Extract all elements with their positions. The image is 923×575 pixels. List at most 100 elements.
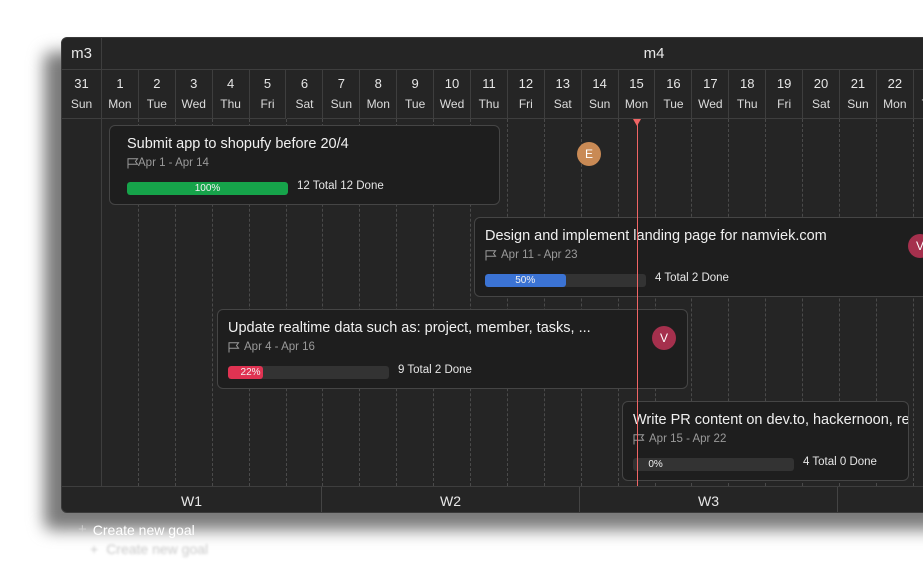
progress-bar: 0% <box>633 458 794 471</box>
progress-bar: 100% <box>127 182 288 195</box>
goal-stats: 9 Total 2 Done <box>398 364 472 376</box>
day-number: 19 <box>776 76 792 91</box>
goal-card[interactable]: Write PR content on dev.to, hackernoon, … <box>622 401 909 481</box>
goal-card[interactable]: Update realtime data such as: project, m… <box>217 309 688 389</box>
day-header-cell: 2 Tue <box>138 69 176 119</box>
day-header-cell: 19 Fri <box>766 69 804 119</box>
day-number: 1 <box>116 76 124 91</box>
day-number: 23 <box>914 76 923 91</box>
day-header-cell: 3 Wed <box>175 69 213 119</box>
date-range-text: Apr 4 - Apr 16 <box>244 341 315 353</box>
date-range-text: Apr 11 - Apr 23 <box>501 249 578 261</box>
avatar[interactable]: E <box>577 142 601 166</box>
day-name: Sun <box>330 97 353 111</box>
date-range-text: Apr 15 - Apr 22 <box>649 433 727 445</box>
goal-title: Design and implement landing page for na… <box>485 228 827 244</box>
goal-date-range: Apr 4 - Apr 16 <box>228 341 315 353</box>
day-number: 20 <box>813 76 829 91</box>
day-name: Mon <box>883 97 907 111</box>
goal-date-range: Apr 15 - Apr 22 <box>633 433 726 445</box>
grid-line <box>580 119 582 486</box>
week-row: W1 W2 W3 <box>62 486 923 512</box>
month-m4: m4 <box>643 45 665 62</box>
day-name: Tue <box>914 97 923 111</box>
day-number: 15 <box>629 76 644 91</box>
day-number: 2 <box>153 76 161 91</box>
day-header-cell: 4 Thu <box>212 69 250 119</box>
day-name: Tue <box>663 97 684 111</box>
goal-date-range: Apr 1 - Apr 14 <box>127 157 209 169</box>
day-header-cell: 16 Tue <box>655 69 693 119</box>
progress-label: 0% <box>648 459 663 470</box>
progress-label: 22% <box>240 367 261 378</box>
day-header-cell: 18 Thu <box>729 69 767 119</box>
day-number: 3 <box>190 76 198 91</box>
day-name: Wed <box>181 97 206 111</box>
avatar[interactable]: V <box>908 234 923 258</box>
create-goal-ghost-label: Create new goal <box>106 541 209 557</box>
flag-icon <box>485 249 497 260</box>
grid-line <box>617 119 619 486</box>
day-header-cell: 9 Tue <box>397 69 435 119</box>
progress-bar: 22% <box>228 366 389 379</box>
goal-stats: 4 Total 2 Done <box>655 272 729 284</box>
day-header-cell: 21 Sun <box>840 69 877 119</box>
day-name: Wed <box>698 97 723 111</box>
grid-line <box>506 119 508 486</box>
day-number: 13 <box>555 76 570 91</box>
week-w1: W1 <box>62 487 322 512</box>
day-number: 9 <box>411 76 419 91</box>
day-name: Wed <box>439 97 465 111</box>
day-number: 5 <box>263 76 272 91</box>
week-w2: W2 <box>322 487 580 512</box>
day-header-cell: 6 Sat <box>286 69 324 119</box>
week-w3: W3 <box>580 487 838 512</box>
goal-date-range: Apr 11 - Apr 23 <box>485 249 578 261</box>
create-goal-label: Create new goal <box>92 521 195 538</box>
grid-line <box>101 119 102 486</box>
grid-line <box>543 119 545 486</box>
goal-card[interactable]: Submit app to shopufy before 20/4 Apr 1 … <box>109 125 601 205</box>
progress-label: 100% <box>194 183 221 194</box>
day-number: 16 <box>666 76 681 91</box>
month-row: m3 m4 <box>62 38 923 70</box>
day-header-cell: 23 Tue <box>913 69 923 119</box>
goal-card[interactable]: Design and implement landing page for na… <box>474 217 923 297</box>
day-header-cell: 12 Fri <box>507 69 545 119</box>
day-name: Sun <box>847 97 869 111</box>
flag-icon <box>228 341 240 352</box>
create-goal-button[interactable]: + Create new goal <box>78 521 195 538</box>
flag-icon <box>633 433 645 444</box>
day-number: 17 <box>703 76 718 91</box>
grid-line <box>912 119 914 486</box>
day-name: Sat <box>295 97 314 111</box>
day-number: 7 <box>337 76 345 91</box>
day-header-cell: 1 Mon <box>102 69 139 119</box>
goal-stats: 12 Total 12 Done <box>297 180 384 192</box>
day-name: Thu <box>736 97 758 111</box>
day-number: 10 <box>444 76 460 91</box>
day-name: Thu <box>478 97 500 111</box>
day-number: 12 <box>518 76 534 91</box>
progress-bar: 50% <box>485 274 646 287</box>
day-header-cell: 13 Sat <box>544 69 582 119</box>
day-header-cell: 31 Sun <box>62 69 102 119</box>
day-number: 14 <box>592 76 607 91</box>
avatar[interactable]: V <box>652 326 676 350</box>
progress-label: 50% <box>515 275 536 286</box>
day-number: 8 <box>374 76 382 91</box>
plus-icon: + <box>78 521 87 538</box>
goal-title: Update realtime data such as: project, m… <box>228 320 591 336</box>
day-header-cell: 15 Mon <box>618 69 656 119</box>
goal-title: Submit app to shopufy before 20/4 <box>127 136 349 152</box>
today-line <box>636 119 638 486</box>
goal-title: Write PR content on dev.to, hackernoon, … <box>633 412 909 428</box>
day-number: 11 <box>482 76 496 91</box>
day-name: Tue <box>146 97 167 111</box>
day-number: 18 <box>740 76 755 91</box>
month-m3: m3 <box>62 38 102 69</box>
day-name: Tue <box>405 97 426 111</box>
plus-icon: + <box>90 541 99 557</box>
day-number: 4 <box>227 76 235 91</box>
goal-timeline: m3 m4 31 Sun 1 Mon 2 Tue 3 Wed 4 Thu 5 Fri 6 Sat 7 Sun 8… <box>61 37 923 513</box>
